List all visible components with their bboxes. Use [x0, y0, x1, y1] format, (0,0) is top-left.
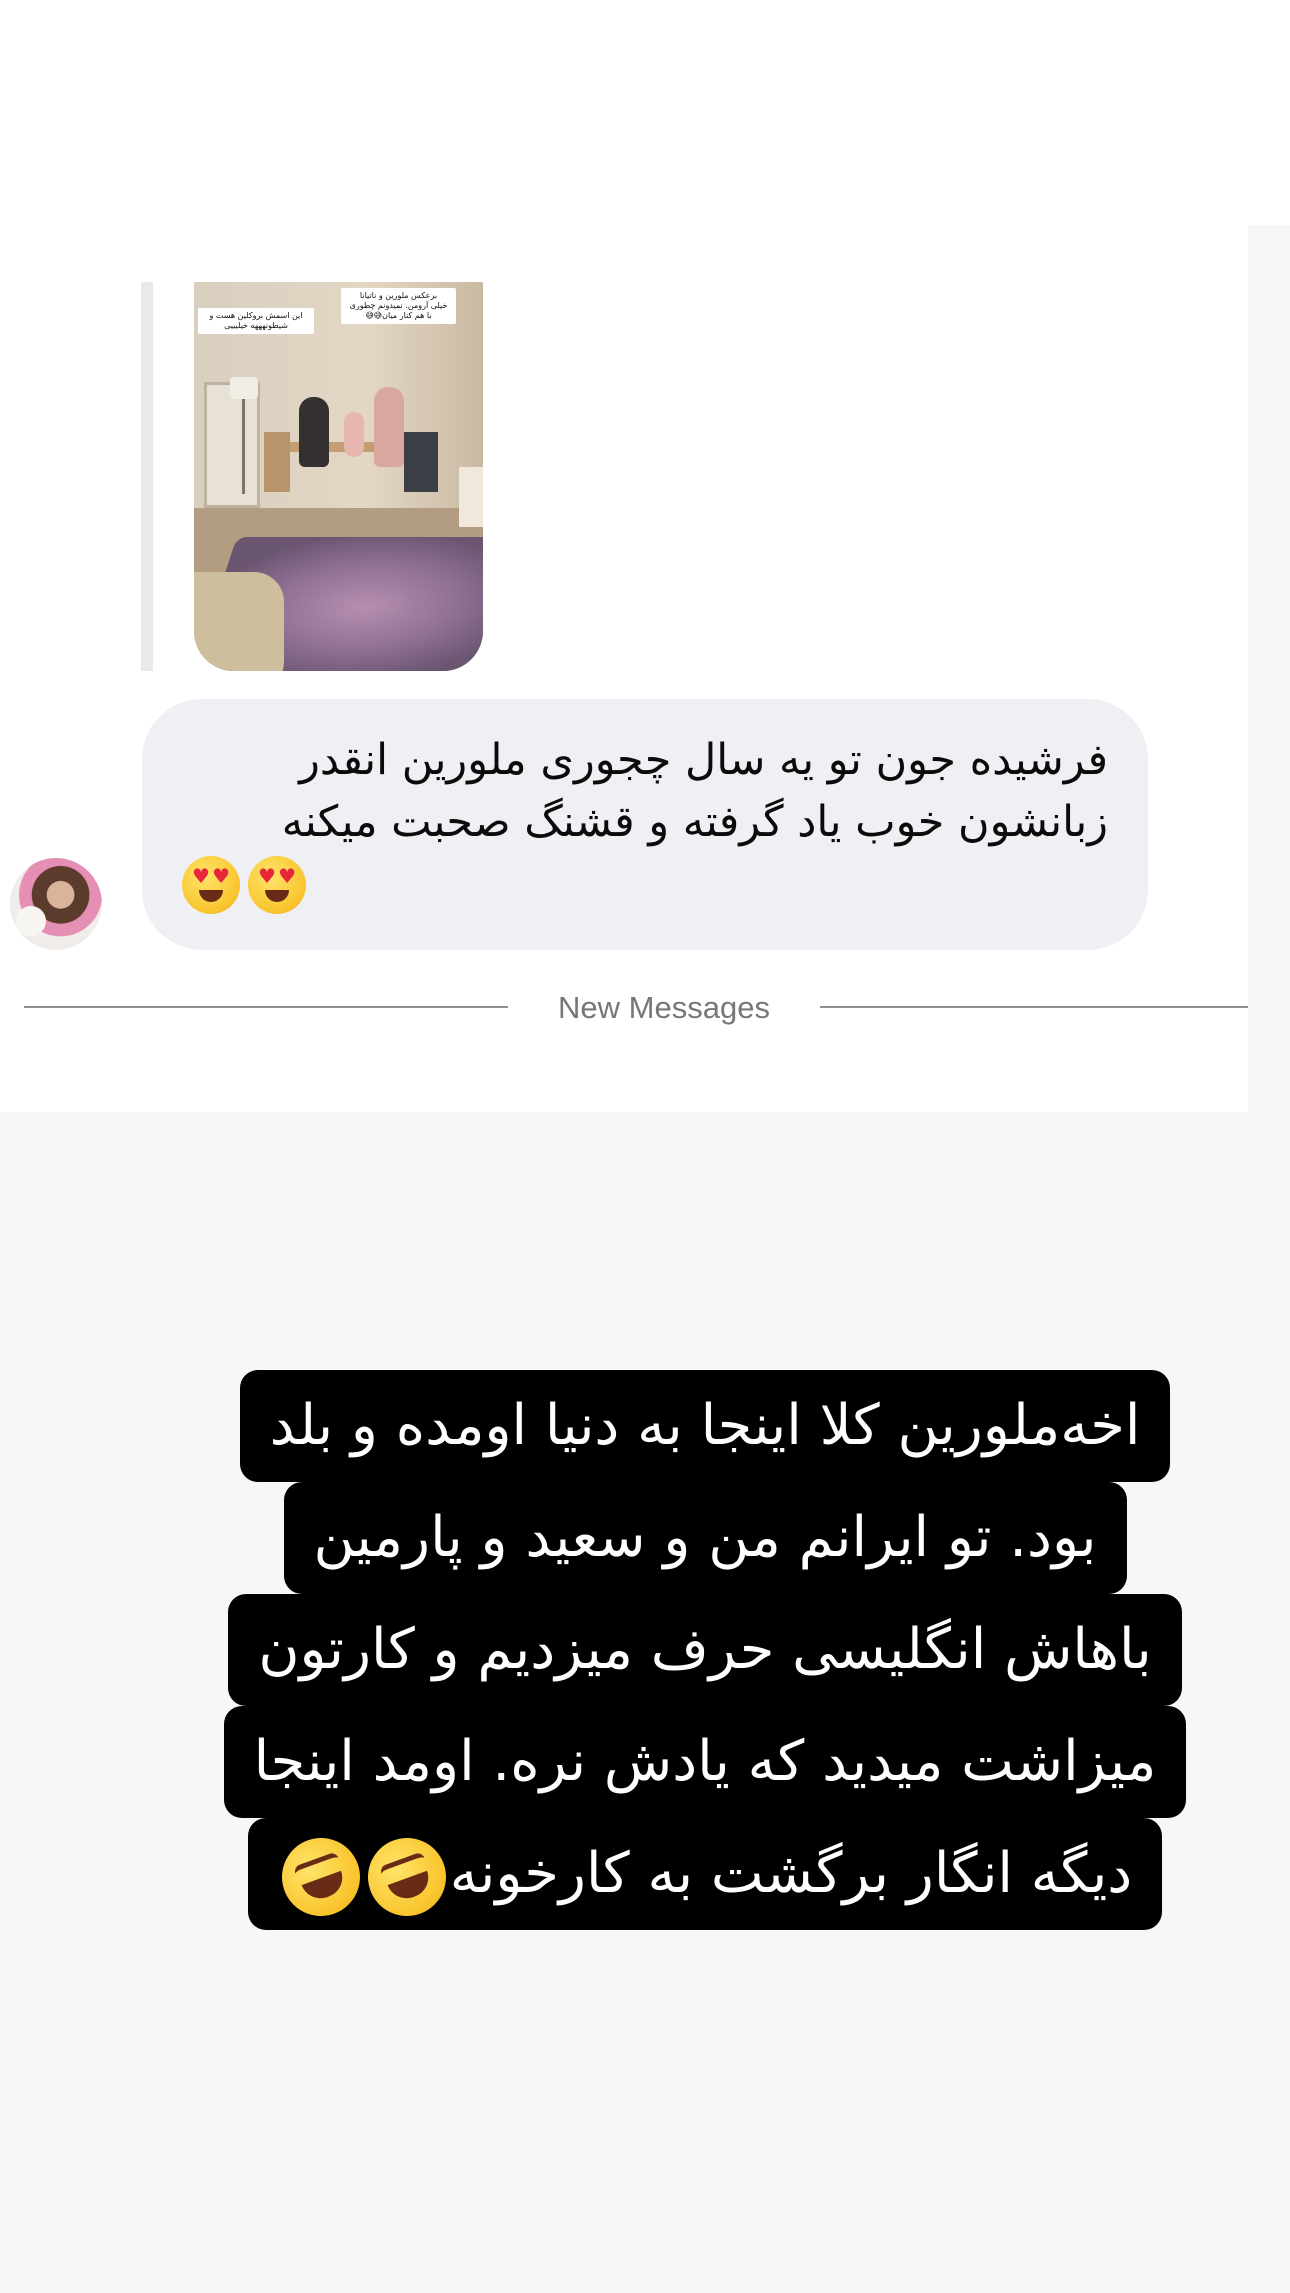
photo-person	[299, 397, 329, 467]
top-blank-area	[0, 0, 1290, 225]
photo-caption: این اسمش بروکلین هست و شیطونهههه خیلیییی	[198, 308, 314, 334]
avatar-flower	[16, 906, 46, 936]
photo-caption: برعکس ملورین و ناتیانا خیلی آرومن. نمیدو…	[341, 288, 456, 324]
dm-screenshot-card: برعکس ملورین و ناتیانا خیلی آرومن. نمیدو…	[0, 225, 1248, 1112]
photo-person	[344, 412, 364, 457]
message-bubble[interactable]: فرشیده جون تو یه سال چجوری ملورین انقدر …	[142, 699, 1148, 950]
photo-lamp-pole	[242, 399, 245, 494]
photo-window	[204, 382, 260, 508]
rofl-emoji-icon	[356, 1826, 457, 1927]
story-text-line: باهاش انگلیسی حرف میزدیم و کارتون	[228, 1594, 1182, 1706]
photo-sofa	[194, 572, 284, 671]
message-emoji-row	[182, 856, 306, 922]
story-text-line: اخه‌ملورین کلا اینجا به دنیا اومده و بلد	[239, 1370, 1171, 1482]
story-text-line: بود. تو ایرانم من و سعید و پارمین	[283, 1482, 1127, 1594]
heart-eyes-emoji-icon	[248, 856, 306, 914]
reply-indicator-bar	[141, 282, 153, 671]
message-text: فرشیده جون تو یه سال چجوری ملورین انقدر …	[281, 735, 1108, 847]
story-text-line-last: دیگه انگار برگشت به کارخونه	[247, 1818, 1163, 1930]
photo-shelf	[459, 467, 483, 527]
heart-eyes-emoji-icon	[182, 856, 240, 914]
sender-avatar[interactable]	[10, 858, 102, 950]
photo-person	[374, 387, 404, 467]
story-text-block: اخه‌ملورین کلا اینجا به دنیا اومده و بلد…	[150, 1370, 1260, 1930]
photo-chair	[264, 432, 290, 492]
new-messages-label: New Messages	[558, 990, 770, 1025]
photo-lamp	[230, 377, 258, 399]
photo-chair	[404, 432, 438, 492]
story-text-line: میزاشت میدید که یادش نره. اومد اینجا	[223, 1706, 1187, 1818]
shared-post-image[interactable]: برعکس ملورین و ناتیانا خیلی آرومن. نمیدو…	[194, 282, 483, 671]
rofl-emoji-icon	[270, 1826, 371, 1927]
divider-line-left	[24, 1006, 508, 1008]
divider-line-right	[820, 1006, 1248, 1008]
story-text-line: دیگه انگار برگشت به کارخونه	[449, 1841, 1133, 1906]
